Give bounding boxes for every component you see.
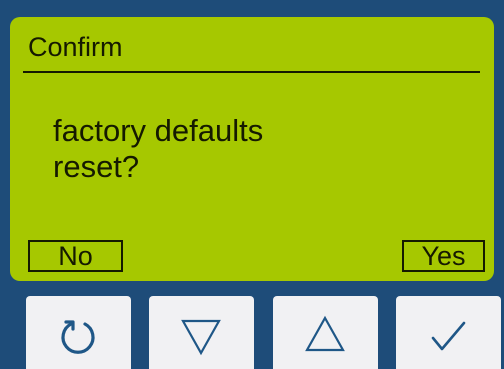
triangle-down-icon [181,319,221,356]
checkmark-icon [431,321,466,351]
rotate-back-icon [61,320,95,354]
lcd-screen: Confirm factory defaults reset? No Yes [10,17,494,281]
yes-softkey[interactable]: Yes [402,240,485,272]
triangle-up-icon [305,315,345,352]
title-divider [23,71,480,73]
up-button[interactable] [273,296,378,369]
device-panel: Confirm factory defaults reset? No Yes [0,0,504,369]
confirm-button[interactable] [396,296,501,369]
screen-title: Confirm [28,32,123,62]
no-softkey[interactable]: No [28,240,123,272]
message-line-1: factory defaults [53,113,264,148]
confirm-message: factory defaults reset? [53,113,473,185]
back-button[interactable] [26,296,131,369]
message-line-2: reset? [53,149,140,184]
hardware-button-row [10,296,501,369]
down-button[interactable] [149,296,254,369]
